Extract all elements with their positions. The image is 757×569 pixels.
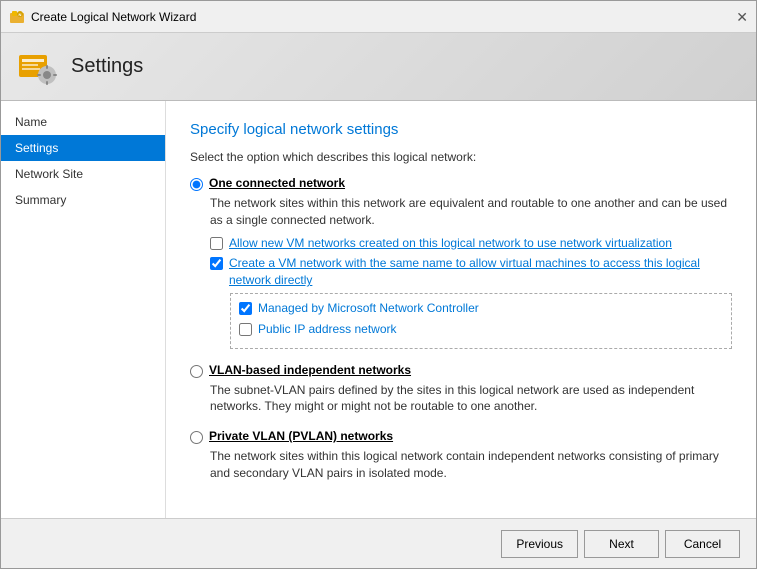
close-button[interactable]: ✕ [736, 10, 748, 24]
title-bar: N Create Logical Network Wizard ✕ [1, 1, 756, 33]
checkbox-create-vm[interactable] [210, 257, 223, 270]
sidebar-item-name[interactable]: Name [1, 109, 165, 135]
checkbox-allow-vm[interactable] [210, 237, 223, 250]
vlan-desc: The subnet-VLAN pairs defined by the sit… [210, 382, 732, 416]
sidebar-item-settings[interactable]: Settings [1, 135, 165, 161]
radio-vlan-label[interactable]: VLAN-based independent networks [209, 363, 411, 377]
wizard-title-icon: N [9, 9, 25, 25]
next-button[interactable]: Next [584, 530, 659, 558]
checkbox-public-ip-row: Public IP address network [239, 321, 723, 338]
svg-text:N: N [19, 12, 22, 17]
checkbox-managed-by-label[interactable]: Managed by Microsoft Network Controller [258, 300, 479, 317]
content-area: Name Settings Network Site Summary Speci… [1, 101, 756, 518]
title-bar-left: N Create Logical Network Wizard [9, 9, 196, 25]
radio-vlan-row: VLAN-based independent networks [190, 363, 732, 378]
header-banner: Settings [1, 33, 756, 101]
radio-private-vlan[interactable] [190, 431, 203, 444]
checkbox-managed-row: Managed by Microsoft Network Controller [239, 300, 723, 317]
wizard-window: N Create Logical Network Wizard ✕ Settin… [0, 0, 757, 569]
radio-one-connected-row: One connected network [190, 176, 732, 191]
header-title: Settings [71, 55, 143, 78]
one-connected-desc: The network sites within this network ar… [210, 195, 732, 229]
pvlan-desc: The network sites within this logical ne… [210, 448, 732, 482]
header-settings-icon [17, 47, 57, 87]
title-bar-text: Create Logical Network Wizard [31, 10, 196, 24]
section-title: Specify logical network settings [190, 121, 732, 138]
main-description: Select the option which describes this l… [190, 150, 732, 164]
checkbox-public-ip[interactable] [239, 323, 252, 336]
previous-button[interactable]: Previous [501, 530, 578, 558]
checkbox-create-vm-label[interactable]: Create a VM network with the same name t… [229, 255, 732, 289]
option-vlan-based: VLAN-based independent networks The subn… [190, 363, 732, 416]
footer: Previous Next Cancel [1, 518, 756, 568]
checkbox-managed-by[interactable] [239, 302, 252, 315]
cancel-button[interactable]: Cancel [665, 530, 740, 558]
checkbox-allow-vm-row: Allow new VM networks created on this lo… [210, 235, 732, 252]
nested-options-box: Managed by Microsoft Network Controller … [230, 293, 732, 349]
option-private-vlan: Private VLAN (PVLAN) networks The networ… [190, 429, 732, 482]
option-one-connected: One connected network The network sites … [190, 176, 732, 349]
sidebar-item-network-site[interactable]: Network Site [1, 161, 165, 187]
main-panel: Specify logical network settings Select … [166, 101, 756, 518]
radio-one-connected[interactable] [190, 178, 203, 191]
sidebar-item-summary[interactable]: Summary [1, 187, 165, 213]
checkbox-public-ip-label[interactable]: Public IP address network [258, 321, 397, 338]
radio-pvlan-label[interactable]: Private VLAN (PVLAN) networks [209, 429, 393, 443]
checkbox-create-vm-row: Create a VM network with the same name t… [210, 255, 732, 289]
checkbox-allow-vm-label[interactable]: Allow new VM networks created on this lo… [229, 235, 672, 252]
radio-one-connected-label[interactable]: One connected network [209, 176, 345, 190]
radio-pvlan-row: Private VLAN (PVLAN) networks [190, 429, 732, 444]
radio-vlan-based[interactable] [190, 365, 203, 378]
sidebar: Name Settings Network Site Summary [1, 101, 166, 518]
